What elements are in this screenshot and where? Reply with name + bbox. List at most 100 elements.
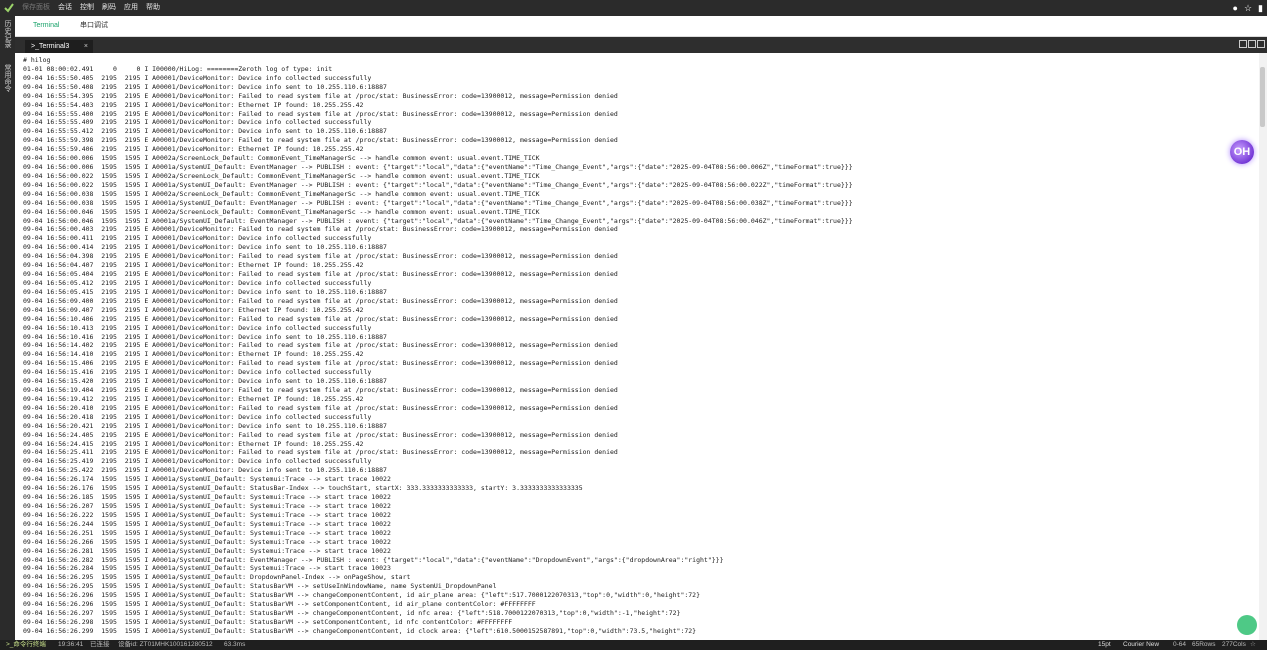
status-time: 19:36:41 <box>58 641 84 648</box>
log-line: 09-04 16:56:19.412 2195 2195 I A00001/De… <box>23 394 364 403</box>
tab-serial-debug[interactable]: 串口调试 <box>80 16 108 36</box>
log-line: 09-04 16:56:26.281 1595 1595 I A0001a/Sy… <box>23 546 391 555</box>
log-line: 09-04 16:56:26.207 1595 1595 I A0001a/Sy… <box>23 502 391 510</box>
log-line: 09-04 16:56:00.046 1595 1595 I A0002a/Sc… <box>23 207 540 216</box>
log-line: 09-04 16:56:04.407 2195 2195 I A00001/De… <box>23 261 364 270</box>
sidebar-history[interactable]: 历史记录 <box>2 20 12 48</box>
log-line: 09-04 16:56:25.411 2195 2195 E A00001/De… <box>23 448 618 457</box>
log-line: 09-04 16:56:09.400 2195 2195 E A00001/De… <box>23 296 618 305</box>
log-line: 09-04 16:56:25.419 2195 2195 I A00001/De… <box>23 457 372 466</box>
tab-terminal[interactable]: Terminal <box>33 16 59 36</box>
log-line: 09-04 16:56:26.295 1595 1595 I A0001a/Sy… <box>23 582 497 591</box>
scrollbar[interactable] <box>1259 53 1267 640</box>
log-line: 09-04 16:56:26.244 1595 1595 I A0001a/Sy… <box>23 519 391 528</box>
status-font-size[interactable]: 15pt <box>1098 640 1111 650</box>
status-cols: 277Cols <box>1222 641 1246 648</box>
log-line: 09-04 16:56:00.411 2195 2195 I A00001/De… <box>23 234 372 243</box>
session-tab-bar: >_Terminal3 × <box>15 37 1267 53</box>
log-line: 09-04 16:55:50.408 2195 2195 I A00001/De… <box>23 82 387 91</box>
log-line: 09-04 16:56:00.006 1595 1595 I A0001a/Sy… <box>23 163 853 172</box>
log-line: 09-04 16:56:20.410 2195 2195 E A00001/De… <box>23 403 618 412</box>
terminal-output[interactable]: # hilog 01-01 08:00:02.491 0 0 I I00000/H… <box>15 53 1258 640</box>
log-line: 09-04 16:56:26.296 1595 1595 I A0001a/Sy… <box>23 591 701 600</box>
log-line: 09-04 16:56:15.420 2195 2195 I A00001/De… <box>23 377 387 386</box>
floating-action-button[interactable] <box>1237 615 1257 635</box>
split-horizontal-icon[interactable] <box>1248 40 1256 48</box>
menu-item-control[interactable]: 控制 <box>76 0 98 16</box>
log-line: 09-04 16:56:04.398 2195 2195 E A00001/De… <box>23 252 618 261</box>
log-line: 09-04 16:56:26.176 1595 1595 I A0001a/Sy… <box>23 484 583 493</box>
tab-terminal3[interactable]: >_Terminal3 × <box>25 40 93 53</box>
log-line: 09-04 16:55:55.409 2195 2195 I A00001/De… <box>23 118 372 127</box>
log-line: 09-04 16:56:00.022 1595 1595 I A0001a/Sy… <box>23 180 853 189</box>
log-line: 09-04 16:55:55.412 2195 2195 I A00001/De… <box>23 127 387 136</box>
menu-item-help[interactable]: 帮助 <box>142 0 164 16</box>
log-line: 09-04 16:56:05.412 2195 2195 I A00001/De… <box>23 279 372 287</box>
log-line: 09-04 16:56:24.415 2195 2195 I A00001/De… <box>23 439 364 448</box>
log-line: 09-04 16:56:26.295 1595 1595 I A0001a/Sy… <box>23 573 411 582</box>
sidebar-common-commands[interactable]: 常用命令 <box>2 64 12 92</box>
log-line: 09-04 16:56:26.284 1595 1595 I A0001a/Sy… <box>23 564 391 573</box>
log-line: 09-04 16:56:26.299 1595 1595 I A0001a/Sy… <box>23 626 697 635</box>
log-line: 09-04 16:56:19.404 2195 2195 E A00001/De… <box>23 386 618 395</box>
floating-assistant-badge[interactable]: OH <box>1230 140 1254 164</box>
log-line: 09-04 16:56:20.421 2195 2195 I A00001/De… <box>23 421 387 430</box>
log-line: 09-04 16:55:59.406 2195 2195 I A00001/De… <box>23 145 364 154</box>
log-line: 09-04 16:56:05.404 2195 2195 E A00001/De… <box>23 270 618 279</box>
split-vertical-icon[interactable] <box>1257 40 1265 48</box>
log-line: 09-04 16:56:26.298 1595 1595 I A0001a/Sy… <box>23 617 513 626</box>
status-bar: >_命令行终端 19:36:41 已连接 设备id: ZT01MHK100161… <box>0 640 1267 650</box>
log-line: 09-04 16:56:24.405 2195 2195 E A00001/De… <box>23 430 618 439</box>
log-line: # hilog <box>23 56 51 64</box>
log-line: 09-04 16:56:26.174 1595 1595 I A0001a/Sy… <box>23 475 391 484</box>
scrollbar-thumb[interactable] <box>1260 67 1265 127</box>
status-rows: 65Rows <box>1192 641 1216 648</box>
log-line: 09-04 16:56:15.406 2195 2195 E A00001/De… <box>23 359 618 368</box>
mode-tabs: Terminal 串口调试 <box>15 16 1267 37</box>
menu-item-flash[interactable]: 刷码 <box>98 0 120 16</box>
log-line: 09-04 16:56:26.282 1595 1595 I A0001a/Sy… <box>23 555 724 564</box>
status-range: 0-64 <box>1173 641 1187 648</box>
status-font-name[interactable]: Courier New <box>1123 640 1159 650</box>
panel-toggle-icon[interactable]: ▮ <box>1258 3 1263 14</box>
user-icon[interactable]: ● <box>1233 3 1238 13</box>
log-line: 09-04 16:56:15.416 2195 2195 I A00001/De… <box>23 368 372 377</box>
status-terminal[interactable]: >_命令行终端 <box>6 640 46 650</box>
menu-item-apps[interactable]: 应用 <box>120 0 142 16</box>
log-line: 09-04 16:55:59.398 2195 2195 E A00001/De… <box>23 136 618 145</box>
log-line: 09-04 16:56:05.415 2195 2195 I A00001/De… <box>23 287 387 296</box>
log-line: 09-04 16:56:14.402 2195 2195 E A00001/De… <box>23 341 618 350</box>
log-line: 09-04 16:56:10.416 2195 2195 I A00001/De… <box>23 332 387 341</box>
log-line: 09-04 16:55:55.400 2195 2195 E A00001/De… <box>23 109 618 118</box>
log-line: 01-01 08:00:02.491 0 0 I I00000/HiLog: =… <box>23 64 333 73</box>
log-line: 09-04 16:56:09.407 2195 2195 I A00001/De… <box>23 305 364 314</box>
log-line: 09-04 16:56:26.185 1595 1595 I A0001a/Sy… <box>23 493 391 502</box>
log-line: 09-04 16:56:00.046 1595 1595 I A0001a/Sy… <box>23 216 853 225</box>
log-line: 09-04 16:56:00.006 1595 1595 I A0002a/Sc… <box>23 154 540 163</box>
log-line: 09-04 16:56:14.410 2195 2195 I A00001/De… <box>23 350 364 359</box>
log-line: 09-04 16:55:54.395 2195 2195 E A00001/De… <box>23 91 618 100</box>
log-line: 09-04 16:56:26.222 1595 1595 I A0001a/Sy… <box>23 510 391 519</box>
log-line: 09-04 16:56:00.022 1595 1595 I A0002a/Sc… <box>23 171 540 180</box>
log-line: 09-04 16:56:26.266 1595 1595 I A0001a/Sy… <box>23 537 391 546</box>
menu-item-save-panel[interactable]: 保存面板 <box>18 0 54 16</box>
status-latency: 63.3ms <box>224 641 246 648</box>
star-icon[interactable]: ☆ <box>1244 3 1252 14</box>
app-logo-icon <box>4 3 14 13</box>
menu-bar: 保存面板 会话 控制 刷码 应用 帮助 ● ☆ ▮ <box>0 0 1267 16</box>
menu: 保存面板 会话 控制 刷码 应用 帮助 <box>18 0 164 16</box>
menu-item-session[interactable]: 会话 <box>54 0 76 16</box>
log-line: 09-04 16:56:10.406 2195 2195 E A00001/De… <box>23 314 618 323</box>
close-icon[interactable]: × <box>84 40 88 53</box>
tab-terminal3-label: >_Terminal3 <box>31 43 70 50</box>
log-line: 09-04 16:56:26.251 1595 1595 I A0001a/Sy… <box>23 528 391 537</box>
log-line: 09-04 16:56:26.297 1595 1595 I A0001a/Sy… <box>23 609 681 618</box>
add-pane-icon[interactable] <box>1239 40 1247 48</box>
status-favorite-icon[interactable]: ☆ <box>1250 640 1256 650</box>
status-device-id: 设备id: ZT01MHK100161280512 <box>118 641 213 648</box>
left-sidebar: 历史记录 常用命令 <box>0 16 15 640</box>
log-line: 09-04 16:55:50.405 2195 2195 I A00001/De… <box>23 73 372 82</box>
log-line: 09-04 16:56:00.038 1595 1595 I A0002a/Sc… <box>23 189 540 198</box>
window-controls: ● ☆ ▮ <box>1233 0 1263 16</box>
log-line: 09-04 16:56:00.403 2195 2195 E A00001/De… <box>23 225 618 234</box>
